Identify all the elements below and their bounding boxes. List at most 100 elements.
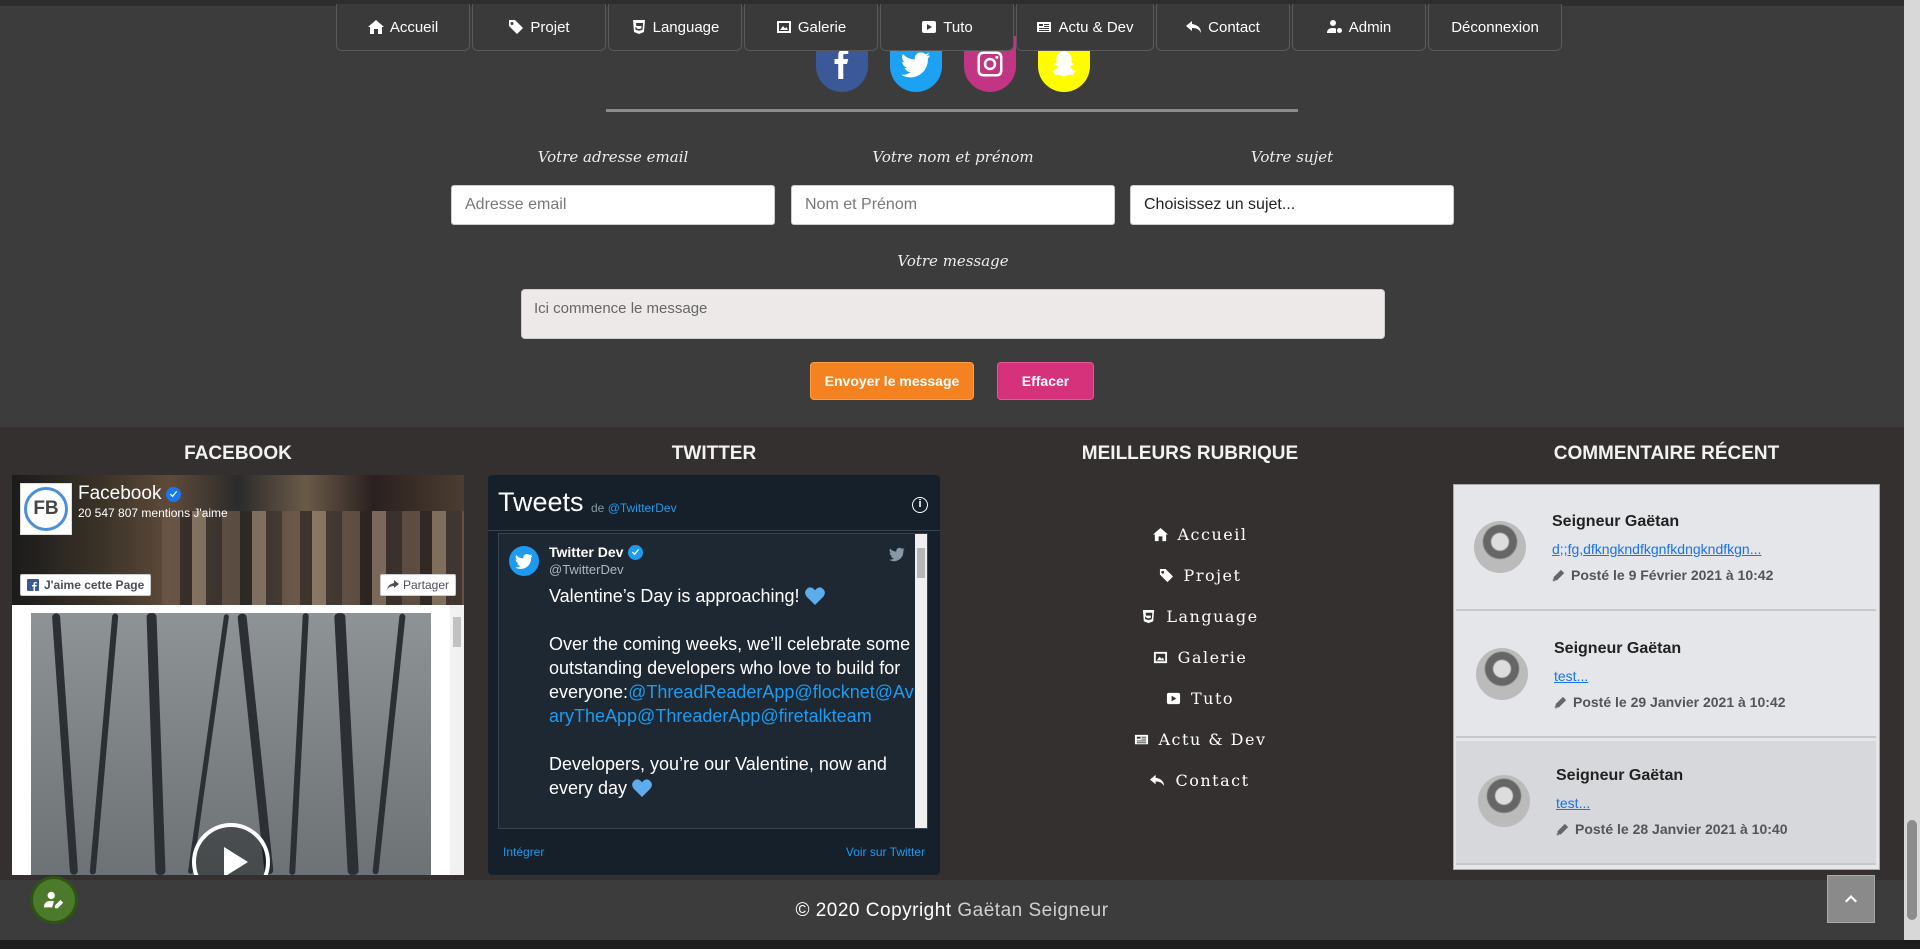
rubrique-section-title: MEILLEURS RUBRIQUE (1081, 443, 1299, 464)
instagram-icon (977, 51, 1003, 77)
twitter-section-title: TWITTER (671, 443, 757, 464)
twitter-widget: Tweets de @TwitterDev i Twitter Dev @Twi… (488, 475, 940, 875)
message-textarea[interactable]: Ici commence le message (521, 289, 1385, 339)
email-input[interactable]: Adresse email (451, 185, 775, 225)
user-edit-icon (43, 891, 64, 909)
comment-item: Seigneur Gaëtan d;;fg,dfkngkndfkgnfkdngk… (1456, 487, 1876, 611)
snapchat-icon (1051, 51, 1077, 77)
message-label: Votre message (897, 252, 1009, 270)
facebook-scrollbar[interactable] (450, 605, 464, 875)
rubrique-contact[interactable]: Contact (1050, 771, 1350, 790)
info-icon[interactable]: i (912, 497, 928, 513)
comment-author: Seigneur Gaëtan (1556, 767, 1684, 784)
tweet-author[interactable]: Twitter Dev (549, 544, 644, 560)
pencil-icon (1552, 569, 1565, 581)
subject-label: Votre sujet (1250, 148, 1334, 166)
youtube-icon (922, 21, 937, 33)
comment-date: Posté le 28 Janvier 2021 à 10:40 (1556, 821, 1787, 837)
twitter-bird-icon (515, 554, 533, 570)
share-button[interactable]: Partager (379, 574, 456, 596)
taskbar (0, 940, 1920, 949)
divider (606, 109, 1298, 112)
chevron-up-icon (1845, 895, 1857, 903)
page-scrollbar[interactable] (1904, 0, 1920, 949)
nav-deconnexion[interactable]: Déconnexion (1428, 4, 1562, 51)
facebook-video[interactable] (31, 613, 431, 875)
comment-link[interactable]: test... (1556, 795, 1590, 811)
reply-icon (1186, 21, 1202, 33)
rubrique-galerie[interactable]: Galerie (1050, 648, 1350, 667)
facebook-logo-text: FB (24, 487, 68, 531)
subject-select[interactable]: Choisissez un sujet... (1130, 185, 1454, 225)
nav-tuto[interactable]: Tuto (880, 4, 1014, 51)
facebook-widget: FB Facebook 20 547 807 mentions J'aime J… (12, 475, 464, 875)
facebook-page-name[interactable]: Facebook (78, 483, 182, 505)
home-icon (367, 20, 384, 34)
image-icon (776, 21, 791, 33)
nav-admin[interactable]: Admin (1292, 4, 1426, 51)
blue-heart-icon (632, 779, 652, 797)
avatar (1476, 648, 1528, 700)
verified-icon (628, 544, 644, 560)
nav-contact[interactable]: Contact (1156, 4, 1290, 51)
tweet-feed: Twitter Dev @TwitterDev Valentine’s Day … (498, 533, 928, 829)
twitter-from: de @TwitterDev (591, 501, 677, 515)
tweet-text: Valentine’s Day is approaching! Over the… (549, 586, 918, 798)
name-label: Votre nom et prénom (872, 148, 1034, 166)
twitter-scrollbar[interactable] (915, 534, 927, 828)
twitter-handle-link[interactable]: @TwitterDev (608, 501, 677, 515)
reply-icon (1150, 774, 1165, 787)
html5-icon (1143, 609, 1155, 624)
clear-button[interactable]: Effacer (997, 362, 1094, 400)
rubrique-language[interactable]: Language (1050, 607, 1350, 626)
newspaper-icon (1037, 22, 1052, 32)
share-icon (386, 580, 399, 590)
twitter-avatar[interactable] (509, 546, 539, 576)
pencil-icon (1556, 823, 1569, 835)
like-page-button[interactable]: J'aime cette Page (20, 574, 152, 596)
page-scrollbar-thumb[interactable] (1907, 820, 1917, 920)
tag-icon (1159, 568, 1173, 583)
name-input[interactable]: Nom et Prénom (791, 185, 1115, 225)
comment-author: Seigneur Gaëtan (1552, 513, 1680, 530)
view-on-twitter-link[interactable]: Voir sur Twitter (846, 845, 925, 859)
comment-author: Seigneur Gaëtan (1554, 640, 1682, 657)
email-label: Votre adresse email (537, 148, 689, 166)
blue-heart-icon (804, 587, 825, 605)
facebook-page-logo[interactable]: FB (20, 483, 72, 535)
send-button[interactable]: Envoyer le message (810, 362, 974, 400)
rubrique-accueil[interactable]: Accueil (1050, 525, 1350, 544)
rubrique-actu-dev[interactable]: Actu & Dev (1050, 730, 1350, 749)
twitter-title: Tweets (498, 487, 584, 517)
comment-item: Seigneur Gaëtan test... Posté le 29 Janv… (1456, 614, 1876, 738)
tweet-handle: @TwitterDev (549, 562, 624, 577)
comment-item: Seigneur Gaëtan test... Posté le 28 Janv… (1456, 741, 1876, 865)
comment-date: Posté le 9 Février 2021 à 10:42 (1552, 567, 1773, 583)
user-cog-icon (1326, 20, 1342, 33)
nav-accueil[interactable]: Accueil (336, 4, 470, 51)
rubrique-tuto[interactable]: Tuto (1050, 689, 1350, 708)
play-icon[interactable] (192, 823, 270, 875)
copyright: © 2020 Copyright Gaëtan Seigneur (795, 900, 1109, 921)
comment-link[interactable]: d;;fg,dfkngkndfkgnfkdngkndfkgn... (1552, 541, 1761, 557)
comment-link[interactable]: test... (1554, 668, 1588, 684)
scroll-to-top-button[interactable] (1827, 875, 1875, 923)
twitter-header: Tweets de @TwitterDev i (488, 475, 940, 531)
twitter-logo-icon (889, 547, 905, 562)
avatar (1474, 521, 1526, 573)
image-icon (1153, 651, 1167, 664)
nav-galerie[interactable]: Galerie (744, 4, 878, 51)
comment-date: Posté le 29 Janvier 2021 à 10:42 (1554, 694, 1785, 710)
rubrique-projet[interactable]: Projet (1050, 566, 1350, 585)
facebook-mentions: 20 547 807 mentions J'aime (78, 506, 228, 520)
youtube-icon (1166, 692, 1181, 705)
nav-language[interactable]: Language (608, 4, 742, 51)
twitter-icon (901, 52, 930, 78)
embed-link[interactable]: Intégrer (503, 845, 544, 859)
newspaper-icon (1134, 734, 1148, 745)
contact-float-button[interactable] (30, 876, 78, 924)
tag-icon (509, 20, 524, 34)
copyright-name[interactable]: Gaëtan Seigneur (957, 900, 1108, 921)
nav-actu-dev[interactable]: Actu & Dev (1016, 4, 1154, 51)
nav-projet[interactable]: Projet (472, 4, 606, 51)
